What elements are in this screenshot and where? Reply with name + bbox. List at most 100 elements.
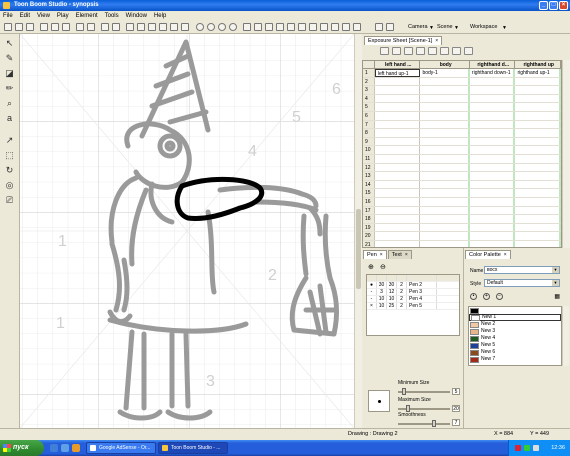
tab-color-palette[interactable]: Color Palette × [465, 250, 511, 259]
exposure-cell[interactable] [420, 111, 470, 120]
exposure-cell[interactable] [375, 86, 421, 94]
add-pen-icon[interactable]: ⊕ [368, 263, 374, 271]
zoom-out-icon[interactable] [207, 23, 215, 31]
pencil-tool-icon[interactable]: ✏ [4, 83, 15, 94]
maximize-button[interactable]: □ [549, 1, 558, 10]
palette-style-select[interactable]: Default ▼ [484, 279, 560, 287]
list-item[interactable]: New 4 [469, 335, 561, 342]
exposure-cell[interactable] [515, 240, 561, 247]
browser-icon[interactable] [61, 444, 69, 452]
exposure-cell[interactable]: body-1 [420, 69, 470, 77]
chevron-down-icon[interactable]: ▼ [552, 280, 559, 286]
list-item[interactable]: -3 12 2 Pen 3 [367, 289, 459, 296]
exposure-cell[interactable] [375, 223, 421, 232]
last-frame-icon[interactable] [287, 23, 295, 31]
list-item[interactable]: × 10 25 2 Pen 5 [367, 303, 459, 310]
close-tab-icon[interactable]: × [504, 252, 507, 258]
exposure-cell[interactable] [470, 215, 516, 223]
exposure-cell[interactable] [420, 180, 470, 189]
select-tool-icon[interactable]: ↖ [4, 38, 15, 49]
column-header[interactable]: righthand up [515, 61, 561, 68]
next-frame-icon[interactable] [276, 23, 284, 31]
render-icon[interactable] [181, 23, 189, 31]
exposure-cell[interactable] [515, 137, 561, 146]
exposure-cell[interactable] [375, 189, 421, 197]
exposure-cell[interactable] [515, 163, 561, 172]
exposure-cell[interactable] [420, 94, 470, 103]
play-icon[interactable] [170, 23, 178, 31]
column-header[interactable]: body [420, 61, 470, 68]
exposure-cell[interactable] [375, 180, 421, 189]
slider-knob[interactable] [402, 388, 406, 395]
loop-icon[interactable] [298, 23, 306, 31]
drawing-svg[interactable]: 1 1 4 5 6 3 2 [20, 34, 354, 428]
exposure-cell[interactable] [420, 232, 470, 240]
menu-window[interactable]: Window [126, 13, 147, 19]
redo-icon[interactable] [112, 23, 120, 31]
exposure-cell[interactable] [420, 137, 470, 146]
minimum-size-value[interactable]: 5 [452, 388, 460, 395]
stop-icon[interactable] [342, 23, 350, 31]
exposure-cell[interactable] [420, 206, 470, 215]
exposure-cell[interactable] [420, 77, 470, 86]
exposure-cell[interactable]: righthand down-1 [470, 69, 516, 77]
exposure-cell[interactable] [470, 129, 516, 137]
drawing-canvas[interactable]: 1 1 4 5 6 3 2 [20, 34, 354, 428]
prev-frame-icon[interactable] [254, 23, 262, 31]
delete-column-icon[interactable] [464, 47, 473, 55]
brush-tool-icon[interactable]: ✎ [4, 53, 15, 64]
smoothness-value[interactable]: 7 [452, 419, 460, 426]
eraser-tool-icon[interactable]: ⎚ [4, 195, 15, 206]
add-group-icon[interactable] [440, 47, 449, 55]
exposure-cell[interactable] [515, 232, 561, 240]
maximum-size-slider[interactable] [398, 405, 450, 412]
rotate-tool-icon[interactable]: ↻ [4, 165, 15, 176]
copy-icon[interactable] [51, 23, 59, 31]
exposure-cell[interactable] [515, 129, 561, 137]
menu-play[interactable]: Play [57, 13, 69, 19]
exposure-cell[interactable] [470, 232, 516, 240]
exposure-cell[interactable] [470, 206, 516, 215]
exposure-cell[interactable] [375, 232, 421, 240]
volume-icon[interactable] [533, 445, 539, 451]
exposure-cell[interactable]: left hand up-1 [374, 69, 421, 77]
exposure-cell[interactable] [470, 154, 516, 163]
exposure-cell[interactable] [375, 197, 421, 206]
task-button-toonboom[interactable]: Toon Boom Studio - ... [158, 442, 228, 454]
exposure-cell[interactable] [420, 172, 470, 180]
list-item[interactable]: ● 30 30 2 Pen 2 [367, 282, 459, 289]
exposure-cell[interactable] [515, 103, 561, 111]
exposure-cell[interactable]: righthand up-1 [515, 69, 561, 77]
workspace-selector[interactable]: Workspace [470, 24, 497, 30]
exposure-cell[interactable] [375, 172, 421, 180]
exposure-cell[interactable] [420, 146, 470, 154]
onion-skin-icon[interactable] [137, 23, 145, 31]
close-button[interactable]: × [559, 1, 568, 10]
drawing-view-icon[interactable] [375, 23, 383, 31]
exposure-grid[interactable]: left hand ... body righthand d... righth… [362, 60, 562, 248]
exposure-cell[interactable] [375, 137, 421, 146]
sound-icon[interactable] [309, 23, 317, 31]
contour-editor-icon[interactable]: ↗ [4, 135, 15, 146]
save-icon[interactable] [26, 23, 34, 31]
exposure-cell[interactable] [420, 189, 470, 197]
exposure-cell[interactable] [375, 94, 421, 103]
list-item[interactable]: -10 10 2 Pen 4 [367, 296, 459, 303]
exposure-cell[interactable] [470, 94, 516, 103]
exposure-cell[interactable] [420, 120, 470, 129]
exposure-cell[interactable] [420, 129, 470, 137]
add-sound-icon[interactable] [404, 47, 413, 55]
exposure-cell[interactable] [375, 77, 421, 86]
palette-scrollbar[interactable] [562, 306, 569, 366]
scene-selector[interactable]: Scene [437, 24, 453, 30]
play-button-icon[interactable] [265, 23, 273, 31]
rotate-view-icon[interactable] [218, 23, 226, 31]
exposure-cell[interactable] [470, 86, 516, 94]
color-swatch-list[interactable]: New 1 New 2 New 3 New 4 New 5 New 6 New … [468, 306, 562, 366]
scrub-icon[interactable] [320, 23, 328, 31]
exposure-cell[interactable] [470, 189, 516, 197]
chevron-down-icon[interactable]: ▼ [454, 25, 459, 31]
exposure-cell[interactable] [375, 215, 421, 223]
exposure-cell[interactable] [470, 197, 516, 206]
antivirus-icon[interactable] [515, 445, 521, 451]
